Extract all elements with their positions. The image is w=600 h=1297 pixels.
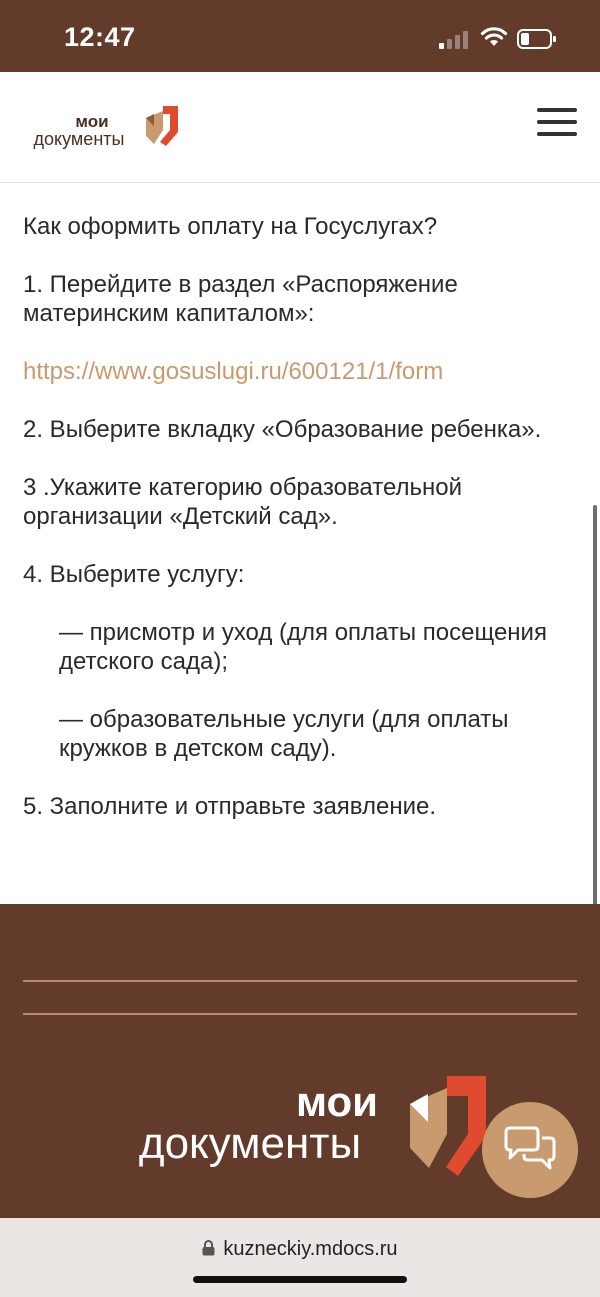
option-2: — образовательные услуги (для оплаты кру… bbox=[59, 706, 509, 762]
footer-divider bbox=[23, 1013, 577, 1015]
article-content: Как оформить оплату на Госуслугах? 1. Пе… bbox=[23, 182, 583, 821]
step-2: 2. Выберите вкладку «Образование ребенка… bbox=[23, 416, 542, 443]
footer-logo-bottom-text: документы bbox=[139, 1119, 361, 1168]
footer-divider bbox=[23, 980, 577, 982]
cellular-signal-icon bbox=[439, 31, 468, 49]
status-time: 12:47 bbox=[64, 22, 136, 52]
step-3: 3 .Укажите категорию образовательной орг… bbox=[23, 474, 463, 530]
gosuslugi-link[interactable]: https://www.gosuslugi.ru/600121/1/form bbox=[23, 358, 443, 385]
moi-dokumenty-logo[interactable]: мои документы bbox=[22, 102, 182, 150]
url-text: kuzneckiy.mdocs.ru bbox=[223, 1238, 398, 1260]
status-bar: 12:47 bbox=[0, 0, 600, 72]
step-1: 1. Перейдите в раздел «Распоряжение мате… bbox=[23, 271, 458, 327]
hamburger-menu-button[interactable] bbox=[537, 108, 577, 136]
step-4: 4. Выберите услугу: bbox=[23, 561, 245, 588]
url-display[interactable]: kuzneckiy.mdocs.ru bbox=[0, 1238, 600, 1261]
chat-bubbles-icon bbox=[504, 1126, 556, 1170]
wifi-icon bbox=[480, 27, 508, 46]
chat-button[interactable] bbox=[482, 1102, 578, 1198]
home-indicator[interactable] bbox=[193, 1276, 407, 1283]
battery-icon bbox=[517, 29, 556, 49]
article-question: Как оформить оплату на Госуслугах? bbox=[23, 213, 438, 240]
step-5: 5. Заполните и отправьте заявление. bbox=[23, 793, 437, 820]
logo-bottom-text: документы bbox=[34, 129, 125, 149]
footer-logo-top-text: мои bbox=[296, 1078, 378, 1125]
browser-address-bar[interactable]: kuzneckiy.mdocs.ru bbox=[0, 1218, 600, 1297]
lock-icon bbox=[202, 1240, 215, 1256]
option-1: — присмотр и уход (для оплаты посещения … bbox=[59, 619, 547, 675]
page-scrollbar[interactable] bbox=[593, 505, 597, 920]
site-footer: мои документы bbox=[0, 904, 600, 1218]
site-header: мои документы bbox=[0, 72, 600, 183]
footer-logo[interactable]: мои документы bbox=[110, 1076, 490, 1186]
